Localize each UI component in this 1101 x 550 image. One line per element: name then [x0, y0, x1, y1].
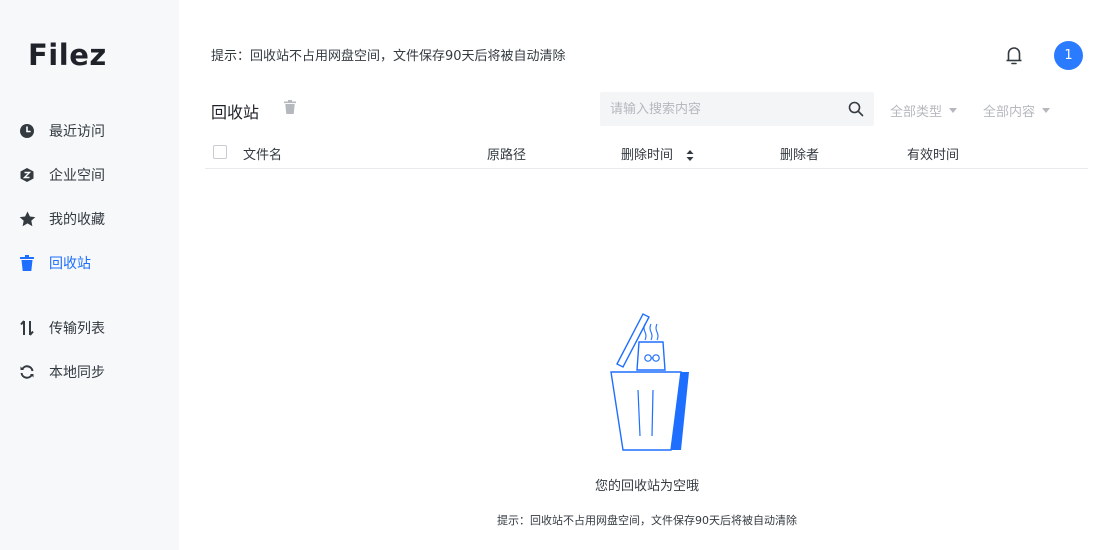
empty-state-tip: 提示：回收站不占用网盘空间，文件保存90天后将被自动清除 — [497, 514, 797, 527]
empty-state-title: 您的回收站为空哦 — [594, 479, 699, 494]
filter-type-label: 全部类型 — [890, 105, 943, 120]
column-header-deleted-time: 删除时间 — [621, 148, 674, 163]
search-box — [600, 92, 874, 126]
sidebar-item-label: 传输列表 — [49, 321, 105, 337]
filter-content-dropdown[interactable]: 全部内容 — [983, 101, 1051, 120]
empty-trash-icon[interactable] — [284, 100, 298, 116]
sidebar-item-label: 我的收藏 — [49, 212, 105, 228]
caret-down-icon — [949, 108, 958, 113]
enterprise-space-icon — [18, 166, 36, 184]
column-header-path[interactable]: 原路径 — [487, 144, 526, 163]
transfer-icon — [18, 319, 36, 337]
sync-icon — [18, 363, 36, 381]
sidebar-item-label: 最近访问 — [49, 124, 105, 140]
column-header-deleted-time-wrap[interactable]: 删除时间 — [621, 144, 694, 163]
column-header-deleter[interactable]: 删除者 — [780, 144, 819, 163]
table-header: 文件名 原路径 删除时间 删除者 有效时间 — [205, 140, 1088, 169]
bell-icon[interactable] — [1004, 44, 1024, 66]
star-icon — [18, 210, 36, 228]
sidebar-item-transfer[interactable]: 传输列表 — [0, 313, 179, 343]
filter-content-label: 全部内容 — [983, 105, 1036, 120]
notification-badge[interactable]: 1 — [1054, 41, 1083, 70]
sidebar-item-label: 回收站 — [49, 256, 91, 272]
column-header-name[interactable]: 文件名 — [243, 144, 282, 163]
search-input[interactable] — [610, 92, 840, 126]
sidebar-item-recycle-bin[interactable]: 回收站 — [0, 248, 179, 278]
page-title: 回收站 — [211, 103, 260, 122]
header-tip: 提示：回收站不占用网盘空间，文件保存90天后将被自动清除 — [211, 49, 566, 64]
search-icon[interactable] — [848, 101, 864, 117]
filter-type-dropdown[interactable]: 全部类型 — [890, 101, 958, 120]
trash-icon — [18, 254, 36, 272]
sidebar-item-recent[interactable]: 最近访问 — [0, 116, 179, 146]
sort-icon[interactable] — [686, 150, 694, 161]
sidebar-item-favorites[interactable]: 我的收藏 — [0, 204, 179, 234]
sidebar-item-label: 企业空间 — [49, 168, 105, 184]
sidebar-item-enterprise[interactable]: 企业空间 — [0, 160, 179, 190]
clock-icon — [18, 122, 36, 140]
sidebar: Filez 最近访问 企业空间 我的收藏 回收站 传输列表 本地同步 — [0, 0, 179, 550]
sidebar-item-label: 本地同步 — [49, 365, 105, 381]
app-logo: Filez — [28, 38, 107, 72]
sidebar-item-local-sync[interactable]: 本地同步 — [0, 357, 179, 387]
column-header-valid-time[interactable]: 有效时间 — [907, 144, 959, 163]
app-window: Filez 最近访问 企业空间 我的收藏 回收站 传输列表 本地同步 提示：回收… — [0, 0, 1101, 550]
empty-trash-illustration — [603, 312, 695, 452]
select-all-checkbox[interactable] — [213, 145, 227, 159]
caret-down-icon — [1042, 108, 1051, 113]
